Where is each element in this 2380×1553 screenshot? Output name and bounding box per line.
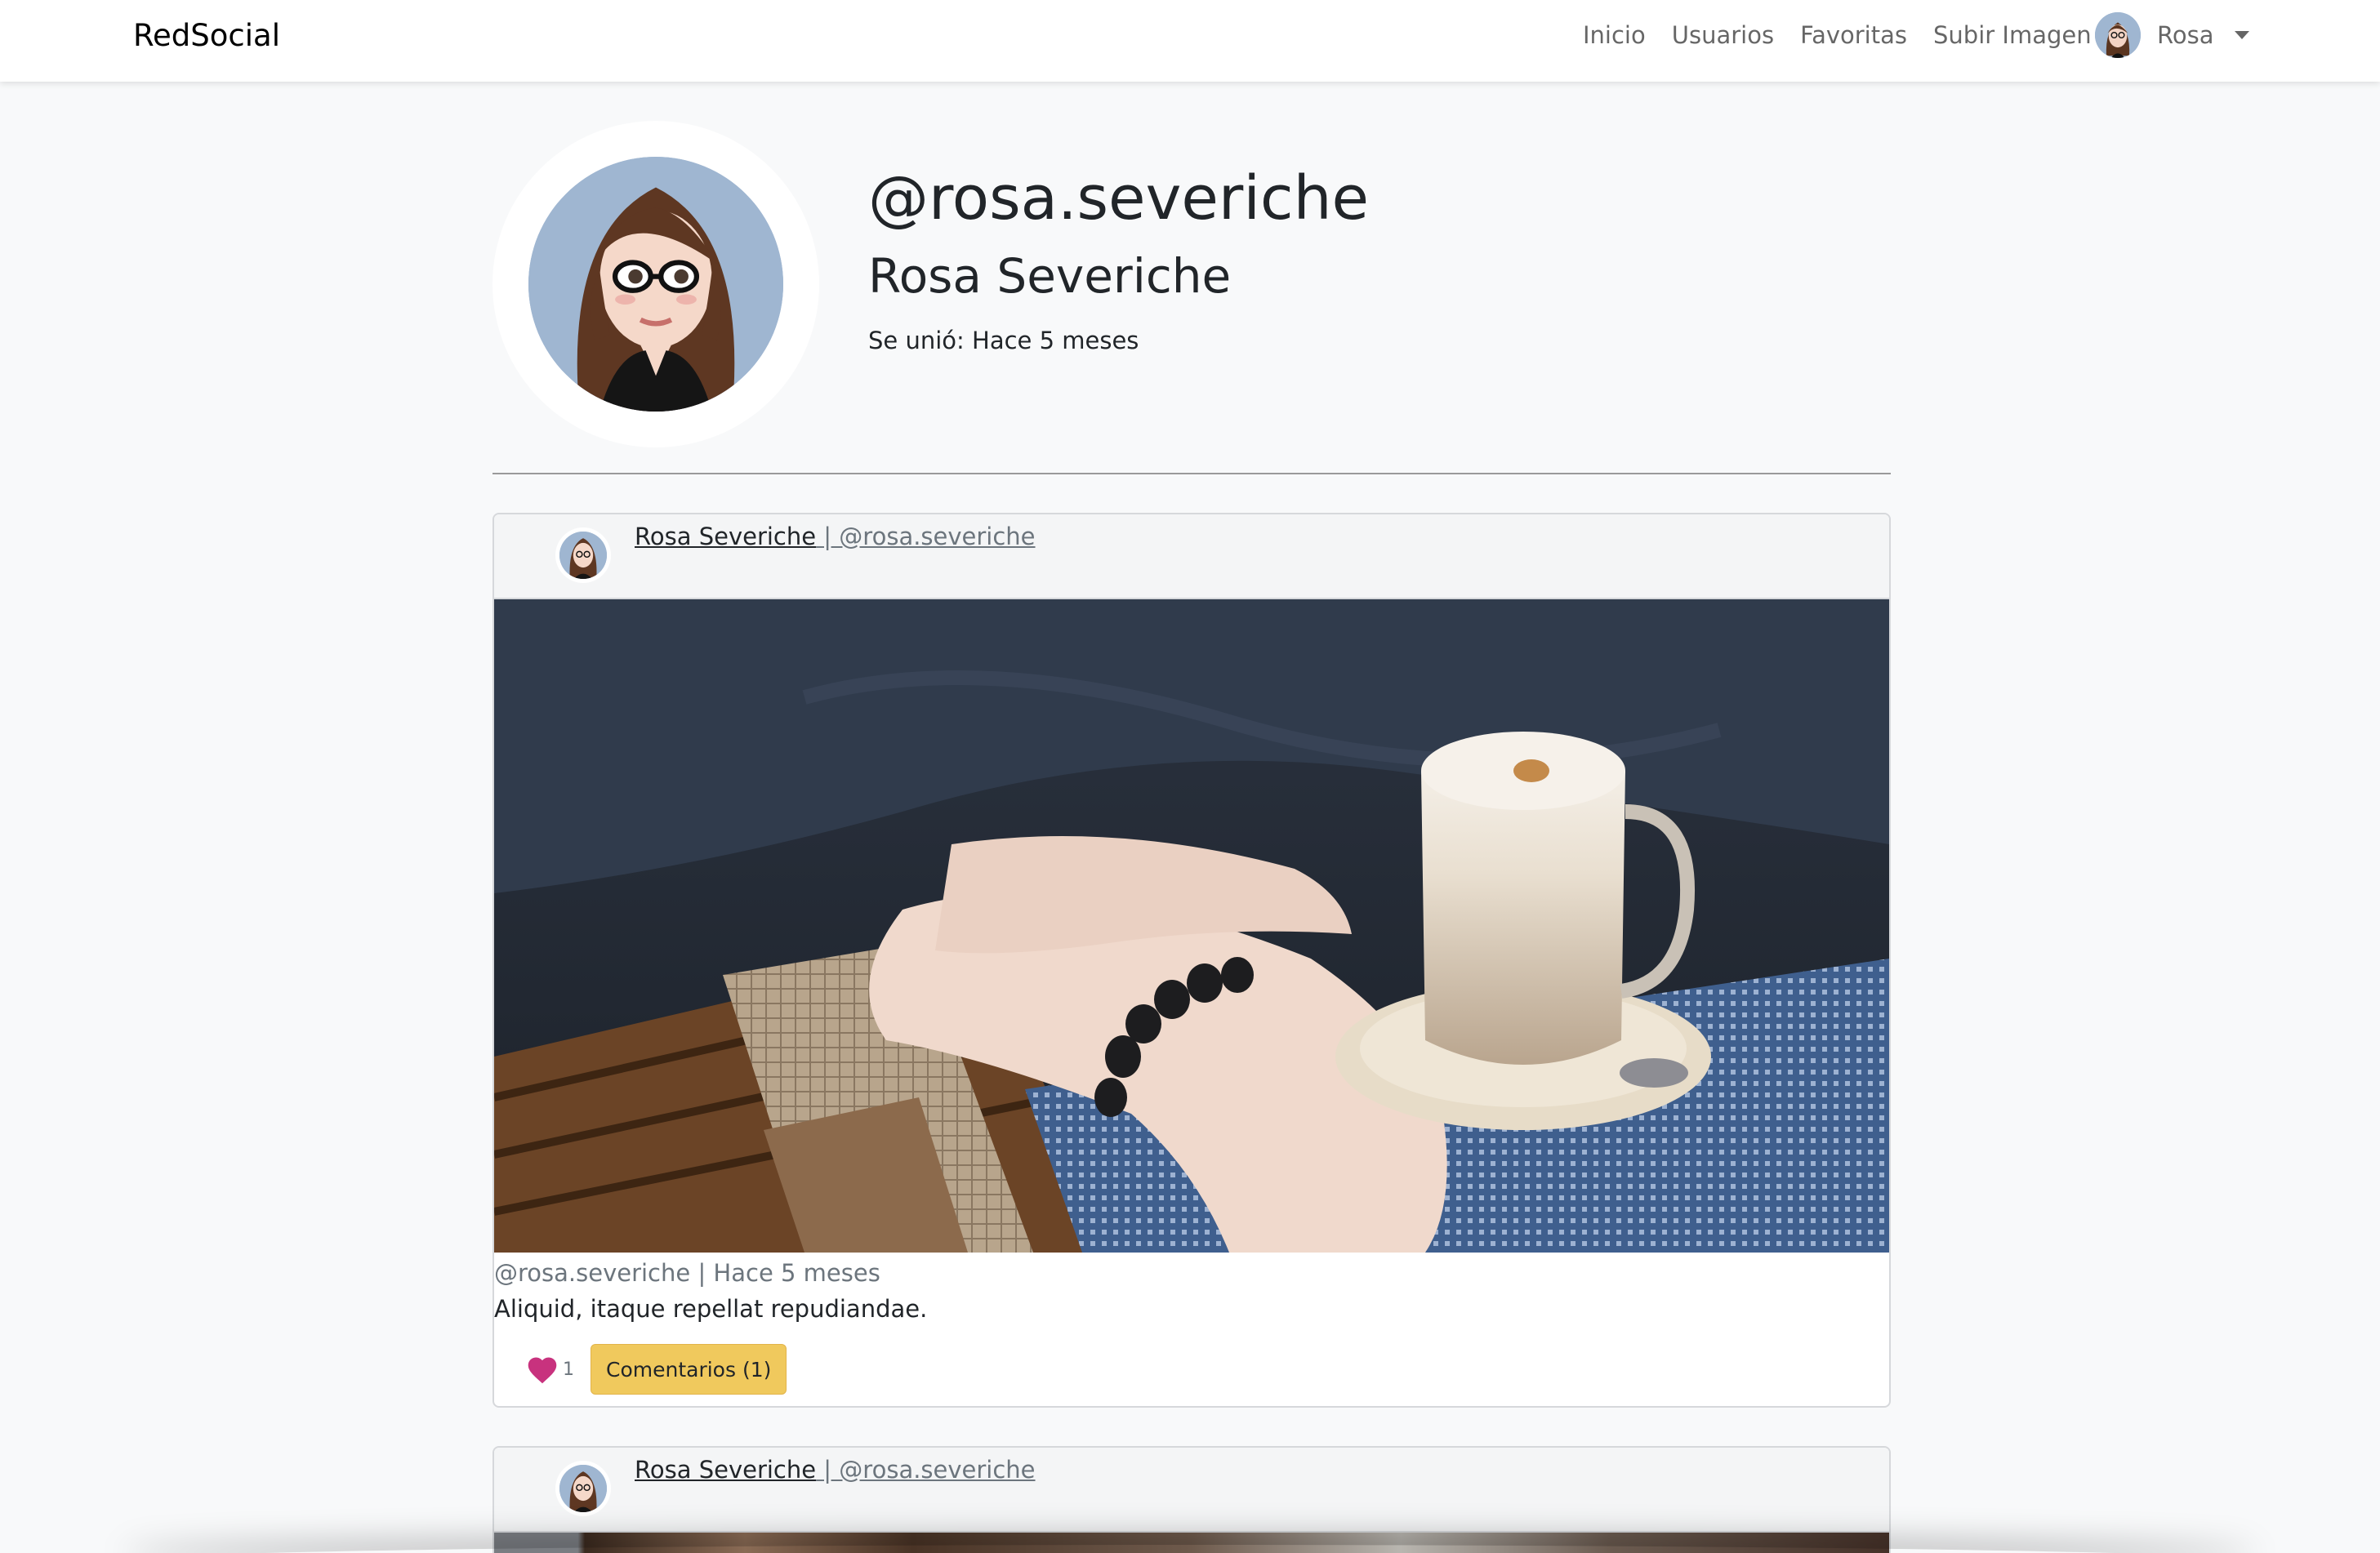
comments-button[interactable]: Comentarios (1) xyxy=(591,1344,787,1395)
like-count: 1 xyxy=(563,1359,574,1380)
avatar-illustration-icon xyxy=(559,1465,607,1512)
post-description: Aliquid, itaque repellat repudiandae. xyxy=(494,1295,928,1323)
top-navbar: RedSocial Inicio Usuarios Favoritas Subi… xyxy=(0,0,2380,82)
user-dropdown[interactable]: Rosa xyxy=(2095,10,2250,60)
post-actions: 1 Comentarios (1) xyxy=(525,1344,1889,1395)
post-author-handle[interactable]: | @rosa.severiche xyxy=(816,1456,1035,1484)
brand-logo[interactable]: RedSocial xyxy=(133,18,280,53)
heart-icon xyxy=(528,1357,557,1384)
window-bottom-shadow xyxy=(123,1545,2257,1553)
post-meta: @rosa.severiche | Hace 5 meses xyxy=(494,1259,880,1287)
chevron-down-icon xyxy=(2235,31,2250,39)
like-button[interactable]: 1 xyxy=(525,1354,591,1385)
avatar-illustration-icon xyxy=(2095,12,2141,58)
profile-divider xyxy=(492,473,1891,474)
nav-link-subir-imagen[interactable]: Subir Imagen xyxy=(1933,21,2092,49)
post-card: Rosa Severiche | @rosa.severiche xyxy=(492,1446,1891,1553)
profile-username: @rosa.severiche xyxy=(868,163,1369,234)
profile-joined-date: Se unió: Hace 5 meses xyxy=(868,327,1139,354)
post-card: Rosa Severiche | @rosa.severiche xyxy=(492,513,1891,1408)
avatar xyxy=(2095,12,2141,58)
nav-link-usuarios[interactable]: Usuarios xyxy=(1672,21,1774,49)
nav-links: Inicio Usuarios Favoritas Subir Imagen xyxy=(1583,21,2092,49)
coffee-photo-illustration xyxy=(494,599,1889,1253)
post-author-link[interactable]: Rosa Severiche | @rosa.severiche xyxy=(635,523,1036,550)
post-author-avatar xyxy=(555,527,611,583)
profile-avatar xyxy=(492,121,819,447)
profile-full-name: Rosa Severiche xyxy=(868,248,1232,304)
post-author-name[interactable]: Rosa Severiche xyxy=(635,1456,816,1484)
post-author-name[interactable]: Rosa Severiche xyxy=(635,523,816,550)
profile-illustration-icon xyxy=(528,157,783,412)
nav-link-inicio[interactable]: Inicio xyxy=(1583,21,1646,49)
post-author-link[interactable]: Rosa Severiche | @rosa.severiche xyxy=(635,1456,1036,1484)
post-author-avatar xyxy=(555,1461,611,1516)
post-header: Rosa Severiche | @rosa.severiche xyxy=(494,1448,1889,1533)
avatar-illustration-icon xyxy=(559,532,607,579)
user-name-label: Rosa xyxy=(2157,21,2214,49)
post-author-handle[interactable]: | @rosa.severiche xyxy=(816,523,1035,550)
post-image[interactable] xyxy=(494,599,1889,1253)
post-header: Rosa Severiche | @rosa.severiche xyxy=(494,514,1889,599)
nav-link-favoritas[interactable]: Favoritas xyxy=(1800,21,1907,49)
